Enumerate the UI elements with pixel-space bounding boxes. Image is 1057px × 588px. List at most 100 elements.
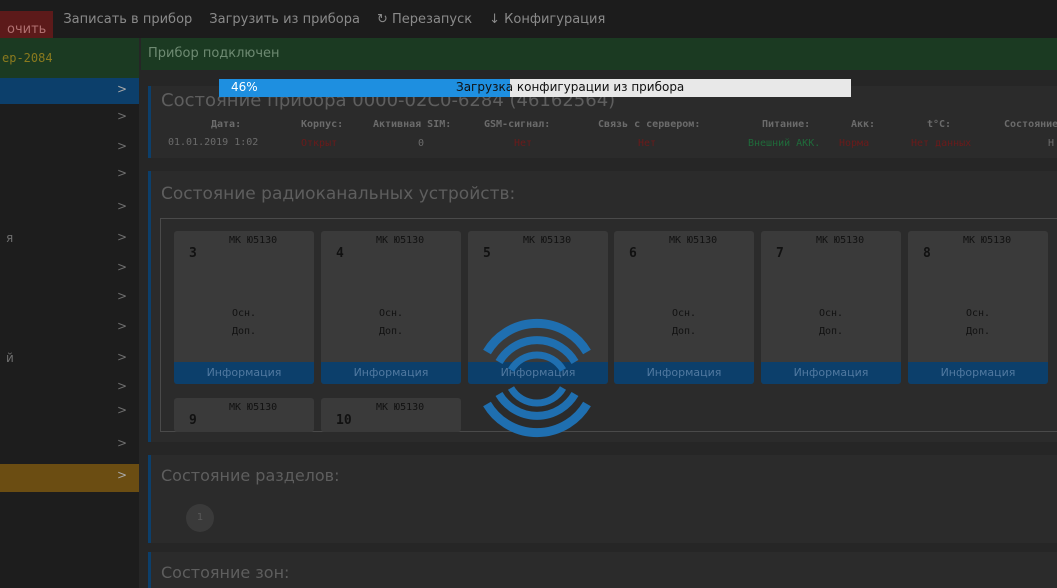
info-column-state: Состояние: Н	[1004, 119, 1057, 149]
device-card[interactable]: 8 МК Ю5130 Осн. Доп. Информация	[908, 231, 1048, 384]
device-model: МК Ю5130	[229, 402, 278, 413]
device-model: МК Ю5130	[816, 235, 865, 246]
main-channel-label: Осн.	[965, 308, 991, 319]
info-header: Состояние:	[1004, 119, 1057, 130]
device-card[interactable]: 3 МК Ю5130 Осн. Доп. Информация	[174, 231, 314, 384]
sidebar-item[interactable]: >	[0, 162, 139, 188]
info-header: Корпус:	[301, 119, 344, 130]
sidebar-item[interactable]: >	[0, 464, 139, 492]
chevron-right-icon: >	[116, 436, 127, 450]
restart-icon: ↻	[376, 12, 388, 27]
chevron-right-icon: >	[116, 350, 127, 364]
info-value: Открыт	[301, 138, 338, 149]
info-value-date: 01.01.2019 1:02	[168, 137, 258, 148]
device-model: МК Ю5130	[963, 235, 1012, 246]
chevron-right-icon: >	[116, 109, 127, 123]
sidebar-item[interactable]: >	[0, 285, 139, 311]
device-number: 4	[336, 246, 344, 261]
device-number: 6	[629, 246, 637, 261]
sidebar-item-label: й	[6, 351, 14, 365]
app-window: очить Записать в прибор Загрузить из при…	[0, 0, 1057, 588]
device-number: 10	[336, 413, 352, 428]
main-channel-label: Осн.	[231, 308, 257, 319]
info-header: Питание:	[762, 119, 811, 130]
sidebar: ер-2084 > > > > > я > > > > й > > > > >	[0, 38, 139, 588]
extra-channel-label: Доп.	[231, 326, 257, 337]
chevron-right-icon: >	[116, 260, 127, 274]
info-value: Нет	[638, 138, 657, 149]
chevron-right-icon: >	[116, 82, 127, 96]
section-badge[interactable]: 1	[186, 504, 214, 532]
device-number: 5	[483, 246, 491, 261]
device-number: 9	[189, 413, 197, 428]
info-value: Норма	[839, 138, 870, 149]
clear-button[interactable]: очить	[0, 11, 54, 38]
device-model: МК Ю5130	[376, 402, 425, 413]
sidebar-item[interactable]: >	[0, 315, 139, 341]
sidebar-item[interactable]: й >	[0, 346, 139, 372]
loading-progress-bar: 46% Загрузка конфигурации из прибора	[219, 79, 851, 97]
load-from-device-button[interactable]: Загрузить из прибора	[209, 12, 360, 38]
loading-spinner-icon	[483, 318, 591, 438]
sidebar-item[interactable]: я >	[0, 226, 139, 252]
chevron-right-icon: >	[116, 289, 127, 303]
zones-panel: Состояние зон:	[148, 552, 1057, 588]
device-model: МК Ю5130	[376, 235, 425, 246]
extra-channel-label: Доп.	[378, 326, 404, 337]
device-info-button[interactable]: Информация	[321, 362, 461, 384]
info-value: Внешний АКК.	[748, 138, 821, 149]
sidebar-item[interactable]: >	[0, 78, 139, 104]
chevron-right-icon: >	[116, 379, 127, 393]
sidebar-item[interactable]: >	[0, 105, 139, 131]
device-info-button[interactable]: Информация	[614, 362, 754, 384]
device-model: МК Ю5130	[523, 235, 572, 246]
info-header: GSM-сигнал:	[484, 119, 551, 130]
info-header: Связь с сервером:	[598, 119, 701, 130]
device-card[interactable]: 4 МК Ю5130 Осн. Доп. Информация	[321, 231, 461, 384]
device-card[interactable]: 7 МК Ю5130 Осн. Доп. Информация	[761, 231, 901, 384]
device-info-button[interactable]: Информация	[761, 362, 901, 384]
sections-panel: Состояние разделов: 1	[148, 455, 1057, 543]
sidebar-item[interactable]: >	[0, 135, 139, 161]
restart-button[interactable]: ↻ Перезапуск	[377, 12, 472, 38]
info-header: Акк:	[851, 119, 876, 130]
sidebar-item[interactable]: >	[0, 195, 139, 221]
device-info-button[interactable]: Информация	[174, 362, 314, 384]
info-column-date: Дата:	[211, 119, 241, 130]
sidebar-item[interactable]: >	[0, 432, 139, 458]
info-value: Н	[1048, 138, 1055, 149]
write-to-device-button[interactable]: Записать в прибор	[63, 12, 192, 38]
sidebar-item[interactable]: >	[0, 256, 139, 282]
main-channel-label: Осн.	[378, 308, 404, 319]
main-channel-label: Осн.	[818, 308, 844, 319]
device-info-button[interactable]: Информация	[908, 362, 1048, 384]
sidebar-device-name[interactable]: ер-2084	[0, 38, 139, 78]
chevron-right-icon: >	[116, 166, 127, 180]
device-number: 3	[189, 246, 197, 261]
devices-container: 3 МК Ю5130 Осн. Доп. Информация 4 МК Ю51…	[160, 218, 1057, 432]
device-card[interactable]: 10 МК Ю5130	[321, 398, 461, 432]
extra-channel-label: Доп.	[671, 326, 697, 337]
sidebar-item[interactable]: >	[0, 375, 139, 401]
main-channel-label: Осн.	[671, 308, 697, 319]
device-model: МК Ю5130	[229, 235, 278, 246]
progress-message: Загрузка конфигурации из прибора	[456, 80, 685, 94]
zones-title: Состояние зон:	[161, 563, 290, 582]
configuration-label: Конфигурация	[504, 12, 606, 27]
info-column-sim: Активная SIM: 0	[373, 119, 451, 149]
connection-status-bar: Прибор подключен	[141, 38, 1057, 70]
info-value: 0	[418, 138, 425, 149]
device-card[interactable]: 9 МК Ю5130	[174, 398, 314, 432]
sidebar-item[interactable]: >	[0, 399, 139, 425]
info-header: Дата:	[211, 119, 242, 130]
configuration-button[interactable]: ↓ Конфигурация	[489, 12, 605, 38]
restart-label: Перезапуск	[392, 12, 473, 27]
chevron-right-icon: >	[116, 319, 127, 333]
download-arrow-icon: ↓	[489, 12, 501, 27]
device-number: 8	[923, 246, 931, 261]
chevron-right-icon: >	[116, 230, 127, 244]
info-column-temperature: t°C: Нет данных	[911, 119, 971, 149]
chevron-right-icon: >	[116, 403, 127, 417]
extra-channel-label: Доп.	[965, 326, 991, 337]
device-card[interactable]: 6 МК Ю5130 Осн. Доп. Информация	[614, 231, 754, 384]
